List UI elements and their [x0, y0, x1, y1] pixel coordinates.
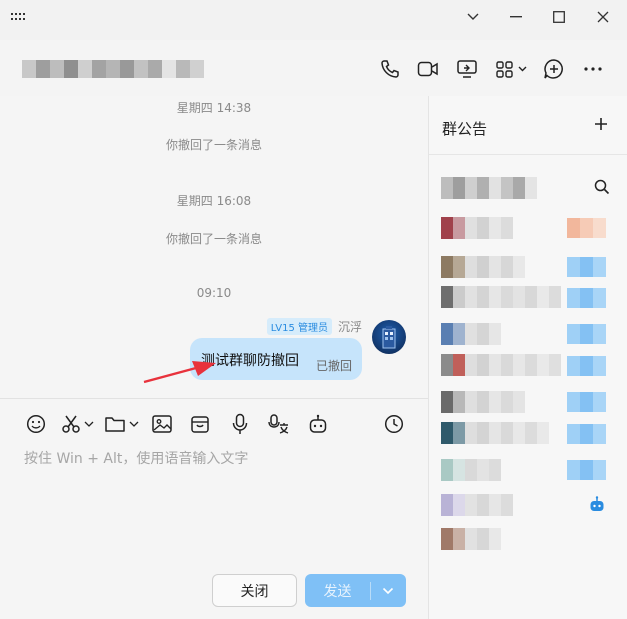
divider	[429, 154, 627, 155]
emoji-icon[interactable]	[26, 413, 46, 435]
minimize-icon[interactable]	[503, 5, 529, 29]
list-item[interactable]	[441, 459, 501, 481]
grid-menu-icon[interactable]	[6, 5, 32, 29]
recalled-status: 已撤回	[315, 359, 352, 373]
image-icon[interactable]	[151, 413, 173, 435]
list-item-badge	[567, 288, 606, 308]
role-badge: LV15 管理员	[266, 318, 332, 335]
video-icon[interactable]	[415, 56, 441, 82]
chat-header	[0, 40, 627, 96]
list-item[interactable]	[441, 354, 561, 376]
list-item-badge	[567, 218, 606, 238]
list-item-badge	[567, 392, 606, 412]
member-search-pixelated	[441, 177, 537, 199]
title-bar	[0, 0, 627, 34]
scissors-icon[interactable]	[61, 413, 94, 435]
sender-info: LV15 管理员 沉浮	[266, 318, 362, 335]
message-list[interactable]: 星期四 14:38 你撤回了一条消息 星期四 16:08 你撤回了一条消息 09…	[0, 96, 428, 398]
list-item[interactable]	[441, 422, 549, 444]
list-item-badge	[567, 424, 606, 444]
list-item[interactable]	[441, 528, 501, 550]
recall-notice: 你撤回了一条消息	[165, 232, 262, 246]
timestamp: 星期四 14:38	[176, 101, 252, 115]
folder-icon[interactable]	[104, 413, 139, 435]
phone-icon[interactable]	[377, 56, 403, 82]
voice-to-text-icon[interactable]	[268, 413, 290, 435]
clock-icon[interactable]	[384, 413, 404, 435]
robot-icon[interactable]	[589, 496, 605, 516]
announcement-title: 群公告	[442, 120, 488, 138]
plus-icon[interactable]	[593, 116, 611, 134]
message-input-placeholder[interactable]: 按住 Win + Alt，使用语音输入文字	[24, 448, 248, 468]
close-icon[interactable]	[590, 5, 616, 29]
chevron-down-icon[interactable]	[129, 421, 139, 427]
list-item-badge	[567, 356, 606, 376]
message-input-area[interactable]: 按住 Win + Alt，使用语音输入文字 关闭 发送	[0, 448, 428, 619]
input-toolbar	[0, 398, 428, 448]
add-chat-icon[interactable]	[541, 56, 567, 82]
chevron-down-icon[interactable]	[460, 5, 486, 29]
group-name-pixelated	[22, 60, 204, 78]
list-item[interactable]	[441, 494, 513, 516]
recall-notice: 你撤回了一条消息	[165, 138, 262, 152]
list-item[interactable]	[441, 391, 525, 413]
box-icon[interactable]	[190, 413, 210, 435]
search-icon[interactable]	[594, 179, 610, 199]
close-button[interactable]: 关闭	[212, 574, 297, 607]
group-sidebar: 群公告	[428, 96, 627, 619]
list-item-badge	[567, 324, 606, 344]
sender-name[interactable]: 沉浮	[338, 318, 362, 335]
annotation-arrow-icon	[143, 361, 216, 384]
maximize-icon[interactable]	[546, 5, 572, 29]
list-item[interactable]	[441, 256, 525, 278]
list-item[interactable]	[441, 286, 561, 308]
chevron-down-icon[interactable]	[84, 421, 94, 427]
robot-icon[interactable]	[308, 413, 328, 435]
apps-icon[interactable]	[494, 56, 530, 82]
send-button[interactable]: 发送	[305, 581, 370, 601]
list-item[interactable]	[441, 217, 513, 239]
microphone-icon[interactable]	[231, 413, 249, 435]
avatar[interactable]	[372, 320, 406, 354]
list-item[interactable]	[441, 323, 501, 345]
more-icon[interactable]	[580, 56, 606, 82]
list-item-badge	[567, 460, 606, 480]
screen-share-icon[interactable]	[454, 56, 480, 82]
list-item-badge	[567, 257, 606, 277]
timestamp: 09:10	[196, 286, 232, 300]
send-options-chevron-down-icon[interactable]	[371, 587, 405, 595]
timestamp: 星期四 16:08	[176, 194, 252, 208]
send-button-group: 发送	[305, 574, 406, 607]
